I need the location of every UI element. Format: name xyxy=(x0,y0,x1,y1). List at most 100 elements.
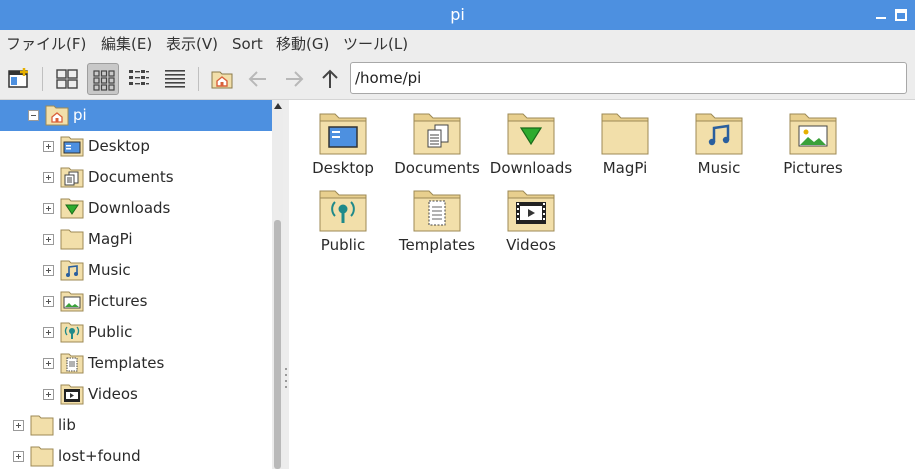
folder-item-magpi[interactable]: MagPi xyxy=(578,103,672,179)
file-manager-window: pi ファイル(F) 編集(E) 表示(V) Sort 移動(G) ツール(L) xyxy=(0,0,915,469)
folder-icon xyxy=(601,111,649,155)
tree-item-label: Documents xyxy=(88,168,174,186)
tree-item-label: lib xyxy=(58,416,76,434)
expand-icon[interactable] xyxy=(43,389,54,400)
directory-tree: pi Desktop Documents Downloads MagPi Mus… xyxy=(0,100,272,469)
collapse-icon[interactable] xyxy=(28,110,39,121)
home-folder-icon xyxy=(45,104,69,126)
menu-bar: ファイル(F) 編集(E) 表示(V) Sort 移動(G) ツール(L) xyxy=(0,30,915,58)
tree-item-label: Downloads xyxy=(88,199,171,217)
menu-tools[interactable]: ツール(L) xyxy=(343,30,408,58)
tree-item-videos[interactable]: Videos xyxy=(0,379,272,410)
expand-icon[interactable] xyxy=(43,141,54,152)
pictures-folder-icon xyxy=(789,111,837,155)
list-view-button[interactable] xyxy=(159,63,191,95)
tree-item-pictures[interactable]: Pictures xyxy=(0,286,272,317)
folder-item-videos[interactable]: Videos xyxy=(484,180,578,256)
folder-item-label: MagPi xyxy=(602,159,648,177)
desktop-folder-icon xyxy=(319,111,367,155)
window-title: pi xyxy=(450,5,465,24)
tree-item-music[interactable]: Music xyxy=(0,255,272,286)
maximize-icon[interactable] xyxy=(895,9,907,21)
folder-item-label: Pictures xyxy=(783,159,843,177)
templates-folder-icon xyxy=(60,352,84,374)
expand-icon[interactable] xyxy=(43,203,54,214)
forward-button[interactable] xyxy=(278,63,310,95)
tree-item-downloads[interactable]: Downloads xyxy=(0,193,272,224)
scrollbar-thumb[interactable] xyxy=(274,220,281,469)
minimize-icon[interactable] xyxy=(874,7,888,21)
tree-item-lost-found[interactable]: lost+found xyxy=(0,441,272,469)
folder-item-templates[interactable]: Templates xyxy=(390,180,484,256)
folder-item-label: Documents xyxy=(394,159,480,177)
templates-folder-icon xyxy=(413,188,461,232)
expand-icon[interactable] xyxy=(13,420,24,431)
toolbar-separator xyxy=(198,67,199,91)
documents-folder-icon xyxy=(413,111,461,155)
back-button[interactable] xyxy=(242,63,274,95)
menu-edit[interactable]: 編集(E) xyxy=(101,30,152,58)
folder-item-documents[interactable]: Documents xyxy=(390,103,484,179)
folder-item-label: Templates xyxy=(398,236,476,254)
expand-icon[interactable] xyxy=(43,296,54,307)
folder-view: Desktop Documents Downloads MagPi Music xyxy=(289,100,915,469)
folder-item-label: Desktop xyxy=(312,159,374,177)
path-input[interactable]: /home/pi xyxy=(350,62,907,94)
tree-item-label: Desktop xyxy=(88,137,150,155)
menu-file[interactable]: ファイル(F) xyxy=(6,30,86,58)
folder-item-music[interactable]: Music xyxy=(672,103,766,179)
expand-icon[interactable] xyxy=(43,327,54,338)
folder-item-downloads[interactable]: Downloads xyxy=(484,103,578,179)
documents-folder-icon xyxy=(60,166,84,188)
new-window-button[interactable] xyxy=(3,63,35,95)
tree-item-label: pi xyxy=(73,106,87,124)
compact-view-button[interactable] xyxy=(123,63,155,95)
list-view-icon xyxy=(165,70,185,88)
forward-arrow-icon xyxy=(286,71,304,87)
up-button[interactable] xyxy=(314,63,346,95)
tree-item-label: Videos xyxy=(88,385,138,403)
home-icon xyxy=(211,71,233,89)
public-folder-icon xyxy=(319,188,367,232)
menu-view[interactable]: 表示(V) xyxy=(166,30,218,58)
home-button[interactable] xyxy=(206,63,238,95)
expand-icon[interactable] xyxy=(13,451,24,462)
up-arrow-icon xyxy=(322,69,338,88)
tree-item-label: lost+found xyxy=(58,447,141,465)
tree-item-documents[interactable]: Documents xyxy=(0,162,272,193)
folder-item-desktop[interactable]: Desktop xyxy=(296,103,390,179)
folder-icon xyxy=(60,228,84,250)
menu-go[interactable]: 移動(G) xyxy=(276,30,329,58)
tree-item-lib[interactable]: lib xyxy=(0,410,272,441)
tree-item-public[interactable]: Public xyxy=(0,317,272,348)
tree-scrollbar[interactable] xyxy=(272,100,283,469)
menu-sort[interactable]: Sort xyxy=(232,30,263,58)
tree-item-templates[interactable]: Templates xyxy=(0,348,272,379)
expand-icon[interactable] xyxy=(43,234,54,245)
tree-item-pi[interactable]: pi xyxy=(0,100,272,131)
compact-view-icon xyxy=(129,70,149,85)
music-folder-icon xyxy=(60,259,84,281)
downloads-folder-icon xyxy=(507,111,555,155)
expand-icon[interactable] xyxy=(43,265,54,276)
tree-item-label: Public xyxy=(88,323,133,341)
folder-item-pictures[interactable]: Pictures xyxy=(766,103,860,179)
folder-item-label: Music xyxy=(697,159,741,177)
tree-item-label: Pictures xyxy=(88,292,148,310)
tree-item-magpi[interactable]: MagPi xyxy=(0,224,272,255)
videos-folder-icon xyxy=(60,383,84,405)
folder-item-label: Videos xyxy=(506,236,556,254)
tree-item-desktop[interactable]: Desktop xyxy=(0,131,272,162)
expand-icon[interactable] xyxy=(43,172,54,183)
icon-view-button[interactable] xyxy=(87,63,119,95)
music-folder-icon xyxy=(695,111,743,155)
folder-item-label: Public xyxy=(320,236,366,254)
folder-item-public[interactable]: Public xyxy=(296,180,390,256)
new-window-icon xyxy=(8,68,28,88)
desktop-folder-icon xyxy=(60,135,84,157)
thumbnail-view-button[interactable] xyxy=(51,63,83,95)
videos-folder-icon xyxy=(507,188,555,232)
scroll-up-icon[interactable] xyxy=(274,103,282,109)
thumbnail-view-icon xyxy=(56,69,78,89)
expand-icon[interactable] xyxy=(43,358,54,369)
